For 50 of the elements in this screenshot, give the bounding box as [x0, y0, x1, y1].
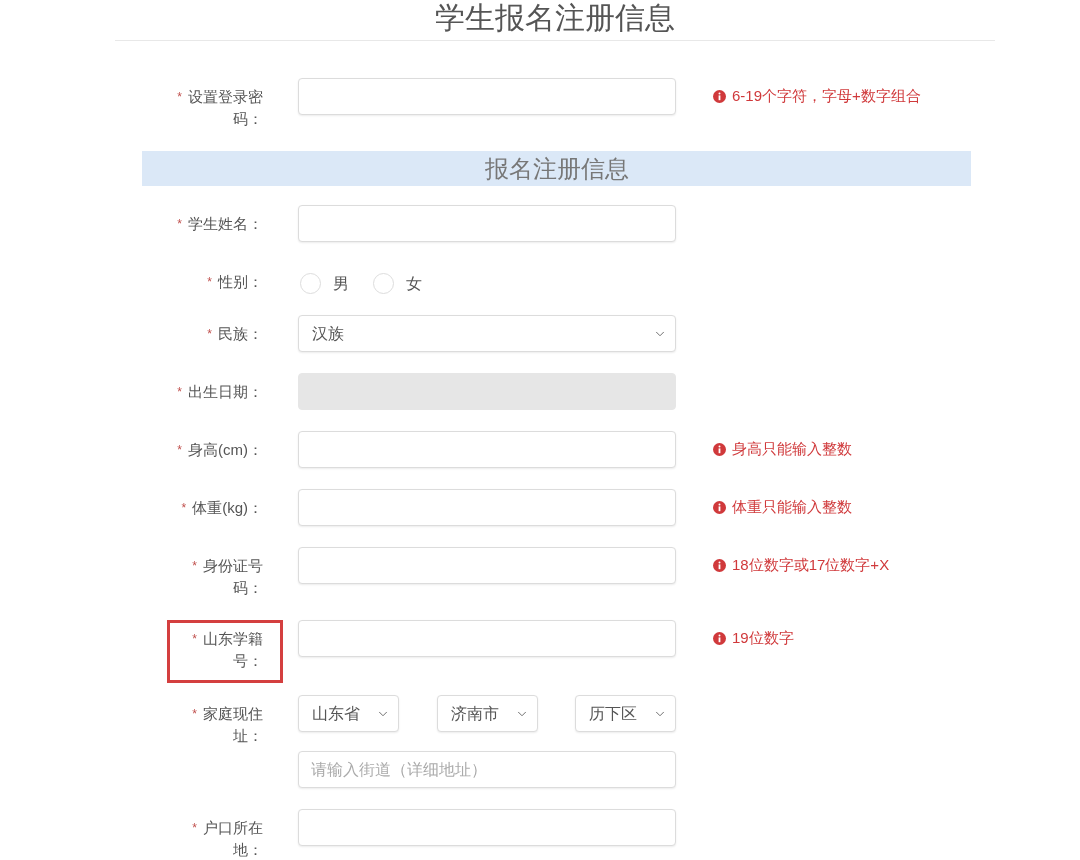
field-label: 性别：	[218, 273, 263, 290]
info-icon	[713, 443, 726, 456]
info-icon	[713, 90, 726, 103]
hint-text: 18位数字或17位数字+X	[732, 555, 890, 576]
required-mark: *	[192, 821, 197, 835]
field-label: 体重(kg)：	[192, 499, 263, 516]
field-label: 山东学籍号：	[203, 630, 263, 669]
required-mark: *	[177, 217, 182, 231]
field-label: 学生姓名：	[188, 215, 263, 232]
text-input[interactable]	[298, 547, 676, 584]
hint-text: 体重只能输入整数	[732, 497, 852, 518]
info-icon	[713, 632, 726, 645]
field-label: 设置登录密码：	[188, 88, 263, 127]
text-input[interactable]	[298, 809, 676, 846]
required-mark: *	[192, 707, 197, 721]
info-icon	[713, 559, 726, 572]
dropdown[interactable]: 山东省	[298, 695, 399, 732]
page-title: 学生报名注册信息	[435, 1, 675, 34]
required-mark: *	[177, 443, 182, 457]
text-input[interactable]	[298, 78, 676, 115]
dropdown[interactable]: 济南市	[436, 695, 538, 732]
text-input[interactable]	[298, 205, 676, 242]
section-header: 报名注册信息	[142, 151, 971, 186]
required-mark: *	[192, 632, 197, 646]
hint-text: 身高只能输入整数	[732, 439, 852, 460]
text-input[interactable]	[298, 489, 676, 526]
text-input[interactable]: 请输入街道（详细地址）	[298, 751, 676, 788]
dropdown[interactable]: 历下区	[575, 695, 676, 732]
hint-text: 6-19个字符，字母+数字组合	[732, 86, 921, 107]
required-mark: *	[177, 90, 182, 104]
dropdown[interactable]: 汉族	[298, 315, 676, 352]
field-label: 户口所在地：	[203, 819, 263, 858]
required-mark: *	[177, 385, 182, 399]
required-mark: *	[207, 275, 212, 289]
text-input[interactable]	[298, 431, 676, 468]
field-label: 民族：	[218, 325, 263, 342]
field-label: 出生日期：	[188, 383, 263, 400]
required-mark: *	[181, 501, 187, 515]
option-label[interactable]: 女	[406, 273, 422, 294]
radio-button[interactable]	[300, 273, 321, 294]
text-input[interactable]	[298, 620, 676, 657]
radio-button[interactable]	[373, 273, 394, 294]
option-label[interactable]: 男	[333, 273, 349, 294]
info-icon	[713, 501, 726, 514]
hint-text: 19位数字	[732, 628, 794, 649]
field-label: 身高(cm)：	[188, 441, 263, 458]
field-label: 身份证号码：	[203, 557, 263, 596]
required-mark: *	[207, 327, 212, 341]
field-label: 家庭现住址：	[203, 705, 263, 744]
required-mark: *	[192, 559, 197, 573]
